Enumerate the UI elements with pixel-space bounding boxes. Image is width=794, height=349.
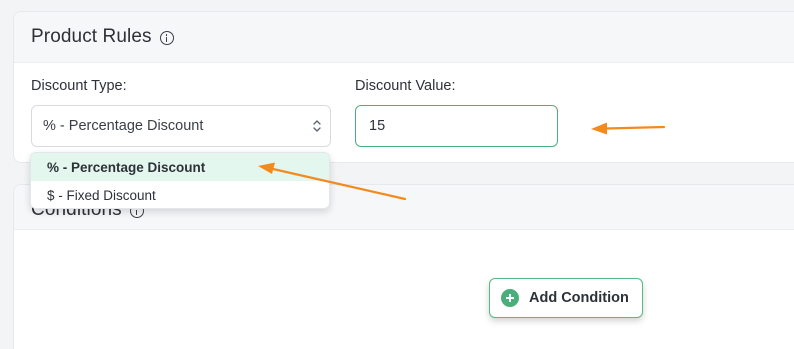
info-icon[interactable]	[159, 31, 174, 45]
discount-value-label: Discount Value:	[355, 78, 456, 94]
product-rules-header: Product Rules	[14, 12, 794, 63]
dropdown-option-fixed[interactable]: $ - Fixed Discount	[31, 181, 329, 208]
discount-type-selected-value: % - Percentage Discount	[43, 118, 204, 134]
dropdown-option-percentage[interactable]: % - Percentage Discount	[31, 153, 329, 181]
add-condition-button[interactable]: Add Condition	[489, 278, 643, 318]
plus-circle-icon	[501, 289, 519, 307]
chevron-up-down-icon	[313, 120, 321, 132]
discount-type-label: Discount Type:	[31, 78, 127, 94]
discount-type-dropdown-menu: % - Percentage Discount $ - Fixed Discou…	[30, 152, 330, 209]
page: Product Rules Discount Type: Discount Va…	[0, 0, 794, 349]
product-rules-title: Product Rules	[31, 26, 152, 47]
discount-value-input[interactable]	[355, 105, 558, 147]
add-condition-label: Add Condition	[529, 290, 629, 306]
discount-type-select[interactable]: % - Percentage Discount	[31, 105, 331, 147]
product-rules-card: Product Rules Discount Type: Discount Va…	[13, 11, 794, 163]
